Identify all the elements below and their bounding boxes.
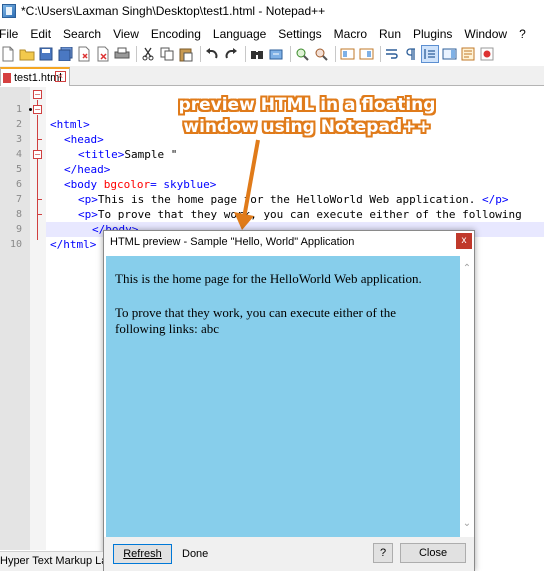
preview-paragraph-2: To prove that they work, you can execute… (115, 305, 397, 336)
unsaved-file-icon (3, 72, 11, 83)
annotation-callout: preview HTML in a floating window using … (172, 94, 442, 138)
close-icon[interactable] (76, 46, 92, 62)
scroll-up-icon[interactable]: ⌃ (460, 262, 474, 276)
tab-test1-html[interactable]: test1.html × (0, 67, 70, 86)
cut-icon[interactable] (140, 46, 156, 62)
tab-close-icon[interactable]: × (55, 71, 66, 82)
record-macro-icon[interactable] (479, 46, 495, 62)
menu-plugins[interactable]: Plugins (413, 27, 456, 41)
menu-file[interactable]: File (0, 27, 22, 41)
html-preview-window[interactable]: HTML preview - Sample "Hello, World" App… (103, 230, 475, 571)
preview-content: This is the home page for the HelloWorld… (106, 256, 460, 537)
preview-scrollbar[interactable]: ⌃ ⌄ (460, 256, 474, 537)
menu-search[interactable]: Search (63, 27, 105, 41)
paste-icon[interactable] (178, 46, 194, 62)
zoom-out-icon[interactable] (313, 46, 329, 62)
toolbar-separator (136, 46, 137, 62)
annotation-line-2: window using Notepad++ (183, 117, 431, 137)
toolbar-separator (335, 46, 336, 62)
redo-icon[interactable] (223, 46, 239, 62)
doc-map-icon[interactable] (441, 46, 457, 62)
annotation-line-1: preview HTML in a floating (178, 95, 436, 115)
file-type-label: Hyper Text Markup Language file (0, 555, 103, 567)
status-bar: Hyper Text Markup Language file (0, 551, 103, 571)
save-all-icon[interactable] (57, 46, 73, 62)
title-bar: *C:\Users\Laxman Singh\Desktop\test1.htm… (0, 0, 544, 22)
scroll-down-icon[interactable]: ⌄ (460, 517, 474, 531)
sync-v-icon[interactable] (339, 46, 355, 62)
menu-help[interactable]: ? (519, 27, 530, 41)
zoom-in-icon[interactable] (294, 46, 310, 62)
find-icon[interactable] (249, 46, 265, 62)
menu-settings[interactable]: Settings (278, 27, 325, 41)
code-line: 8 </body> (0, 192, 544, 236)
menu-language[interactable]: Language (213, 27, 270, 41)
print-icon[interactable] (114, 46, 130, 62)
menu-encoding[interactable]: Encoding (151, 27, 205, 41)
open-file-icon[interactable] (19, 46, 35, 62)
code-tag: </html> (50, 238, 97, 251)
copy-icon[interactable] (159, 46, 175, 62)
preview-close-icon[interactable]: x (456, 233, 472, 249)
sync-h-icon[interactable] (358, 46, 374, 62)
function-list-icon[interactable] (460, 46, 476, 62)
preview-footer: Refresh Done ? Close (104, 537, 474, 571)
toolbar-separator (200, 46, 201, 62)
code-line: 6 <p>This is the home page for the Hello… (0, 162, 544, 206)
word-wrap-icon[interactable] (384, 46, 400, 62)
undo-icon[interactable] (204, 46, 220, 62)
tab-bar: test1.html × (0, 66, 544, 86)
close-button[interactable]: Close (400, 543, 466, 563)
toolbar-separator (380, 46, 381, 62)
toolbar-separator (245, 46, 246, 62)
save-icon[interactable] (38, 46, 54, 62)
window-title: *C:\Users\Laxman Singh\Desktop\test1.htm… (21, 4, 326, 18)
menu-window[interactable]: Window (464, 27, 511, 41)
new-file-icon[interactable] (0, 46, 16, 62)
close-all-icon[interactable] (95, 46, 111, 62)
help-button[interactable]: ? (373, 543, 393, 563)
toolbar-separator (290, 46, 291, 62)
preview-title: HTML preview - Sample "Hello, World" App… (110, 236, 355, 248)
refresh-button[interactable]: Refresh (113, 544, 172, 564)
preview-status: Done (182, 548, 209, 560)
toolbar (0, 43, 544, 65)
menu-macro[interactable]: Macro (334, 27, 371, 41)
code-line: 5 <body bgcolor= skyblue> (0, 147, 544, 191)
notepad-plus-plus-icon (2, 4, 16, 18)
menu-edit[interactable]: Edit (30, 27, 55, 41)
preview-title-bar[interactable]: HTML preview - Sample "Hello, World" App… (104, 231, 474, 253)
indent-guide-icon[interactable] (421, 45, 439, 63)
code-line: 9 </html> (0, 207, 544, 251)
menu-view[interactable]: View (113, 27, 143, 41)
show-all-chars-icon[interactable] (403, 46, 419, 62)
annotation-arrow (234, 139, 260, 230)
replace-icon[interactable] (268, 46, 284, 62)
menu-run[interactable]: Run (379, 27, 405, 41)
menu-bar: File Edit Search View Encoding Language … (0, 24, 544, 43)
line-number: 10 (9, 239, 22, 250)
code-line: 7 <p>To prove that they work, you can ex… (0, 177, 544, 221)
preview-paragraph-1: This is the home page for the HelloWorld… (115, 271, 422, 286)
